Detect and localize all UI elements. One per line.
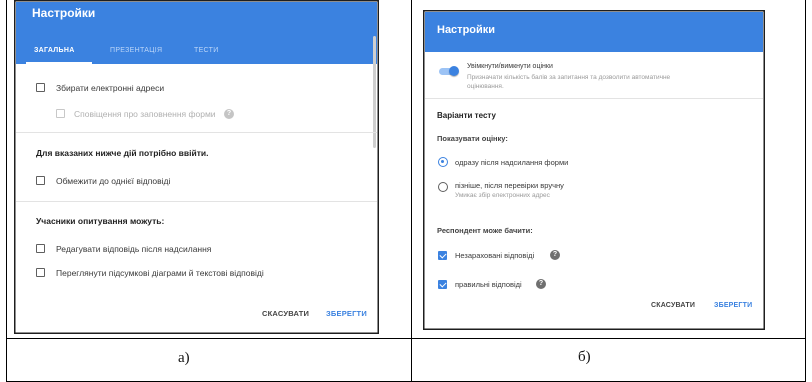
release-grade-heading: Показувати оцінку: xyxy=(437,134,508,143)
response-receipts-checkbox[interactable] xyxy=(56,109,65,118)
quiz-toggle-description-2: оцінювання. xyxy=(467,83,504,90)
release-later-note: Умикає збір електронних адрес xyxy=(455,192,550,199)
save-button[interactable]: ЗБЕРЕГТИ xyxy=(714,302,752,309)
respondent-can-see-heading: Респондент може бачити: xyxy=(437,226,533,235)
quiz-toggle-knob[interactable] xyxy=(449,66,459,76)
settings-dialog-quizzes: Настройки Увімкнути/вимкнути оцінки Приз… xyxy=(423,10,765,330)
missed-questions-label: Незараховані відповіді xyxy=(455,251,535,260)
quiz-toggle-description: Призначати кількість балів за запитання … xyxy=(467,74,671,81)
caption-b: б) xyxy=(578,349,591,365)
table-left-border xyxy=(6,0,7,382)
release-immediately-label: одразу після надсилання форми xyxy=(455,158,569,167)
response-receipts-label: Сповіщення про заповнення форми xyxy=(74,109,216,119)
cancel-button[interactable]: СКАСУВАТИ xyxy=(262,309,309,318)
caption-a: а) xyxy=(178,350,190,366)
help-icon[interactable]: ? xyxy=(536,279,546,289)
tab-quizzes[interactable]: ТЕСТИ xyxy=(194,47,219,54)
dialog-title: Настройки xyxy=(437,24,496,36)
limit-one-response-checkbox[interactable] xyxy=(36,176,45,185)
missed-questions-checkbox[interactable] xyxy=(438,251,447,260)
settings-dialog-general: Настройки ЗАГАЛЬНА ПРЕЗЕНТАЦІЯ ТЕСТИ Зби… xyxy=(14,0,379,334)
active-tab-indicator xyxy=(26,62,92,64)
cancel-button[interactable]: СКАСУВАТИ xyxy=(651,302,695,309)
dialog-header: Настройки xyxy=(425,12,763,52)
correct-answers-label: правильні відповіді xyxy=(455,280,522,289)
see-summary-checkbox[interactable] xyxy=(36,268,45,277)
help-icon[interactable]: ? xyxy=(550,250,560,260)
respondents-section-heading: Учасники опитування можуть: xyxy=(36,216,165,226)
quiz-options-heading: Варіанти тесту xyxy=(437,111,496,120)
table-right-border xyxy=(805,0,806,382)
edit-after-submit-checkbox[interactable] xyxy=(36,244,45,253)
tab-presentation[interactable]: ПРЕЗЕНТАЦІЯ xyxy=(110,47,162,54)
correct-answers-checkbox[interactable] xyxy=(438,280,447,289)
limit-one-response-label: Обмежити до однієї відповіді xyxy=(56,176,171,186)
table-middle-border xyxy=(411,0,412,382)
see-summary-label: Переглянути підсумкові діаграми й тексто… xyxy=(56,268,264,278)
quiz-toggle-label: Увімкнути/вимкнути оцінки xyxy=(467,63,553,70)
help-icon[interactable]: ? xyxy=(224,109,234,119)
tab-general[interactable]: ЗАГАЛЬНА xyxy=(34,47,75,54)
dialog-header: Настройки ЗАГАЛЬНА ПРЕЗЕНТАЦІЯ ТЕСТИ xyxy=(16,2,377,64)
section-divider xyxy=(16,132,377,133)
release-later-label: пізніше, після перевірки вручну xyxy=(455,181,564,190)
edit-after-submit-label: Редагувати відповідь після надсилання xyxy=(56,244,212,254)
signin-section-heading: Для вказаних нижче дій потрібно ввійти. xyxy=(36,148,209,158)
section-divider xyxy=(425,98,763,99)
save-button[interactable]: ЗБЕРЕГТИ xyxy=(326,309,367,318)
release-immediately-radio[interactable] xyxy=(438,157,448,167)
table-row-divider xyxy=(6,338,806,339)
collect-emails-checkbox[interactable] xyxy=(36,83,45,92)
release-later-radio[interactable] xyxy=(438,182,448,192)
section-divider xyxy=(16,201,377,202)
collect-emails-label: Збирати електронні адреси xyxy=(56,83,165,93)
dialog-title: Настройки xyxy=(32,6,96,20)
